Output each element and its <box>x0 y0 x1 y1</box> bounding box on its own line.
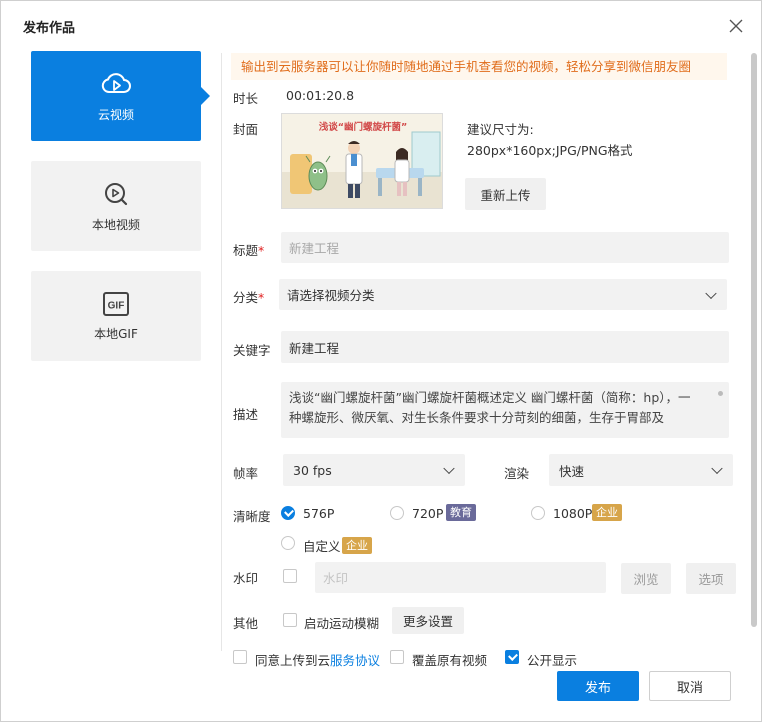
description-textarea[interactable]: 浅谈“幽门螺旋杆菌”幽门螺旋杆菌概述定义 幽门螺杆菌（简称：hp），一种螺旋形、… <box>281 382 729 438</box>
duration-label: 时长 <box>233 91 259 106</box>
dialog-title: 发布作品 <box>23 21 76 36</box>
fps-select-value: 30 fps <box>293 462 332 478</box>
radio-720p[interactable] <box>390 506 404 520</box>
render-select[interactable]: 快速 <box>549 454 733 486</box>
public-checkbox[interactable] <box>505 650 519 664</box>
chevron-down-icon <box>705 287 717 299</box>
cancel-button[interactable]: 取消 <box>649 671 731 701</box>
radio-1080p-label: 1080P <box>553 506 593 521</box>
cover-size-hint: 建议尺寸为: <box>467 122 534 137</box>
radio-custom[interactable] <box>281 536 295 550</box>
publish-button[interactable]: 发布 <box>557 671 639 701</box>
chevron-down-icon <box>443 462 455 475</box>
close-icon[interactable] <box>728 18 744 34</box>
info-banner: 输出到云服务器可以让你随时随地通过手机查看您的视频，轻松分享到微信朋友圈 <box>231 53 727 80</box>
overwrite-label: 覆盖原有视频 <box>412 653 488 668</box>
description-label: 描述 <box>233 407 259 422</box>
sidebar-item-label: 云视频 <box>97 107 134 122</box>
required-mark: * <box>258 243 265 258</box>
sidebar-item-label: 本地GIF <box>94 326 138 341</box>
agree-label: 同意上传到云服务协议 <box>255 650 380 669</box>
radio-1080p[interactable] <box>531 506 545 520</box>
service-agreement-link[interactable]: 服务协议 <box>330 653 380 668</box>
enterprise-badge: 企业 <box>592 504 622 521</box>
cloud-play-icon <box>101 72 131 93</box>
description-scroll-indicator[interactable] <box>718 391 723 396</box>
category-select[interactable]: 请选择视频分类 <box>279 279 727 310</box>
watermark-label: 水印 <box>233 571 259 586</box>
svg-text:GIF: GIF <box>108 300 125 311</box>
cover-illustration: 浅谈“幽门螺旋杆菌” <box>282 114 442 208</box>
overwrite-checkbox[interactable] <box>390 650 404 664</box>
chevron-down-icon <box>711 462 723 475</box>
resolution-label: 清晰度 <box>233 509 271 524</box>
options-button[interactable]: 选项 <box>686 563 736 594</box>
sidebar-item-label: 本地视频 <box>91 217 140 232</box>
keyword-label: 关键字 <box>233 343 271 358</box>
sidebar-item-local-gif[interactable]: GIF 本地GIF <box>31 271 201 361</box>
agree-text: 同意上传到云 <box>255 653 331 668</box>
more-settings-button[interactable]: 更多设置 <box>392 607 464 634</box>
render-select-value: 快速 <box>559 463 585 479</box>
gif-icon: GIF <box>103 291 129 316</box>
reupload-button[interactable]: 重新上传 <box>465 178 546 210</box>
title-label: 标题* <box>233 240 264 259</box>
active-indicator <box>201 87 210 105</box>
render-label: 渲染 <box>504 466 530 481</box>
browse-button[interactable]: 浏览 <box>621 563 671 594</box>
fps-select[interactable]: 30 fps <box>283 454 465 486</box>
keyword-input[interactable]: 新建工程 <box>281 331 729 363</box>
agree-checkbox[interactable] <box>233 650 247 664</box>
sidebar-item-local-video[interactable]: 本地视频 <box>31 161 201 251</box>
cover-image-text: 浅谈“幽门螺旋杆菌” <box>319 121 408 133</box>
watermark-checkbox[interactable] <box>283 569 297 583</box>
category-label: 分类* <box>233 287 264 306</box>
duration-value: 00:01:20.8 <box>286 88 355 103</box>
cover-label: 封面 <box>233 122 259 137</box>
education-badge: 教育 <box>446 504 476 521</box>
other-label: 其他 <box>233 616 259 631</box>
radio-custom-label: 自定义 <box>303 539 341 554</box>
cover-format-hint: 280px*160px;JPG/PNG格式 <box>467 143 633 158</box>
sidebar-divider <box>221 53 222 651</box>
category-select-value: 请选择视频分类 <box>287 288 375 303</box>
radio-576p[interactable] <box>281 506 295 520</box>
watermark-input[interactable]: 水印 <box>315 562 606 593</box>
motion-blur-checkbox[interactable] <box>283 613 297 627</box>
fps-label: 帧率 <box>233 466 259 481</box>
radio-720p-label: 720P <box>412 506 444 521</box>
title-label-text: 标题 <box>233 243 259 258</box>
video-search-icon <box>105 182 128 205</box>
category-label-text: 分类 <box>233 290 259 305</box>
sidebar-item-cloud-video[interactable]: 云视频 <box>31 51 201 141</box>
public-label: 公开显示 <box>527 653 578 668</box>
motion-blur-label: 启动运动模糊 <box>304 616 380 631</box>
radio-576p-label: 576P <box>303 506 335 521</box>
cover-thumbnail[interactable]: 浅谈“幽门螺旋杆菌” <box>281 113 443 209</box>
title-input[interactable]: 新建工程 <box>281 232 729 263</box>
required-mark: * <box>258 290 265 305</box>
vertical-scrollbar[interactable] <box>751 53 757 627</box>
enterprise-badge: 企业 <box>342 537 372 554</box>
publish-dialog: 发布作品 云视频 本地视频 GIF 本地GIF 输出到云服务器可以让你随时随地通… <box>0 0 762 722</box>
